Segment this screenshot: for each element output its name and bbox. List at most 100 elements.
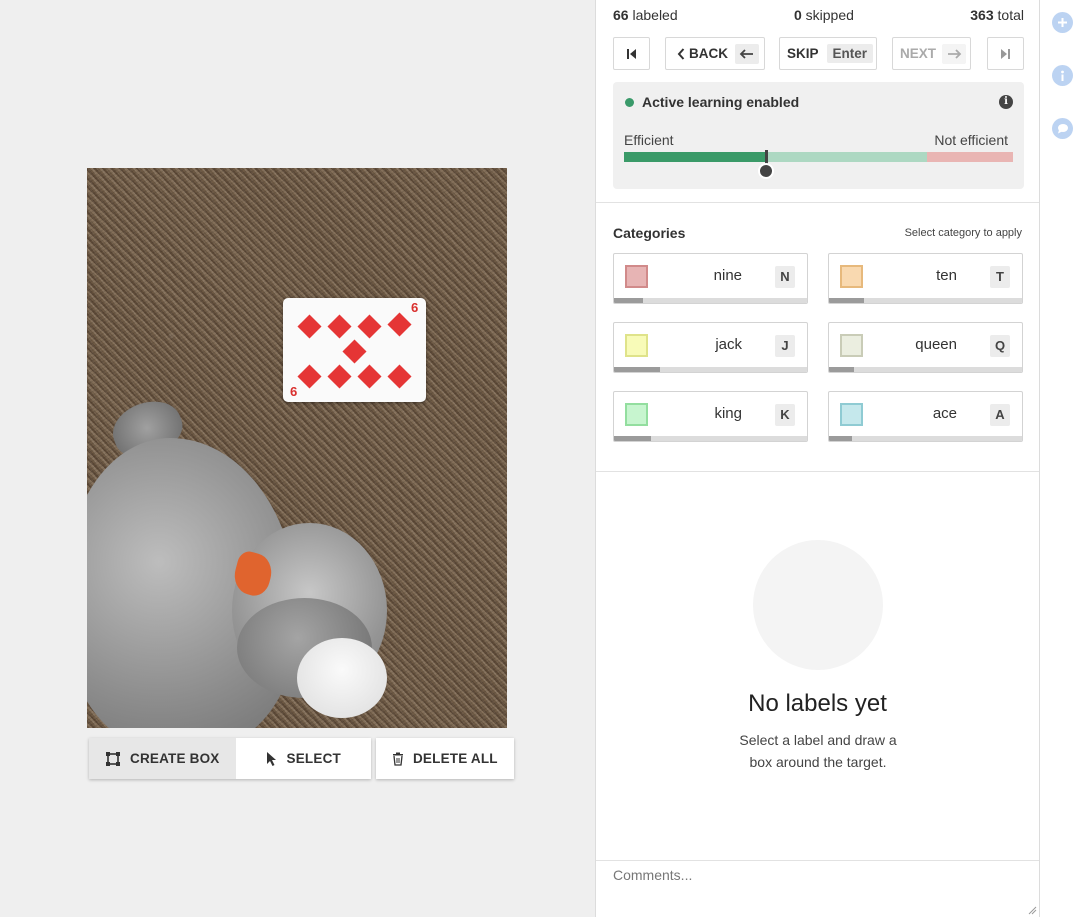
category-progress-track (829, 367, 1022, 372)
image-canvas-area[interactable]: 9 9 CREATE BOX SELECT DELETE ALL (0, 0, 595, 917)
categories-hint: Select category to apply (904, 227, 1022, 239)
arrow-left-key-icon (735, 43, 759, 64)
category-color-swatch (625, 403, 648, 426)
skip-to-first-icon (627, 48, 636, 59)
diamond-pip (297, 364, 322, 389)
category-hotkey: A (990, 404, 1010, 426)
category-color-swatch (840, 403, 863, 426)
category-progress-fill (614, 436, 651, 441)
divider (596, 471, 1039, 472)
category-name: ten (936, 267, 957, 284)
diamond-pip (327, 314, 352, 339)
category-progress-fill (829, 436, 853, 441)
delete-all-button[interactable]: DELETE ALL (375, 738, 514, 779)
category-progress-track (614, 298, 807, 303)
category-name: ace (932, 405, 957, 422)
plush-toy-snout (297, 638, 387, 718)
skip-to-last-icon (1001, 48, 1010, 59)
category-hotkey: J (775, 335, 795, 357)
category-3[interactable]: queen Q (828, 322, 1023, 373)
efficiency-bar (624, 152, 1013, 162)
plus-icon (1058, 18, 1067, 27)
category-1[interactable]: ten T (828, 253, 1023, 304)
trash-icon (392, 752, 403, 766)
delete-all-label: DELETE ALL (412, 751, 498, 766)
efficient-label: Efficient (624, 132, 674, 148)
back-button[interactable]: BACK (665, 37, 765, 70)
back-label: BACK (689, 46, 728, 61)
category-progress-fill (829, 298, 864, 303)
card-rank-bottom: 9 (290, 384, 298, 399)
category-name: queen (915, 336, 957, 353)
category-color-swatch (625, 334, 648, 357)
image-to-label[interactable]: 9 9 (87, 168, 507, 728)
next-label: NEXT (900, 46, 937, 61)
chat-bubble-icon[interactable] (1052, 118, 1073, 139)
comments-box (596, 860, 1039, 917)
create-box-label: CREATE BOX (130, 751, 220, 766)
not-efficient-label: Not efficient (934, 132, 1008, 148)
labeling-panel: 66 labeled 0 skipped 363 total BACK SKIP… (595, 0, 1040, 917)
total-count: 363 total (970, 7, 1024, 23)
skip-button[interactable]: SKIP Enter (779, 37, 877, 70)
category-progress-track (614, 367, 807, 372)
info-icon[interactable]: i (999, 95, 1013, 109)
empty-state-title: No labels yet (748, 690, 887, 717)
navigation-row: BACK SKIP Enter NEXT (613, 37, 1024, 70)
bounding-box-icon (106, 751, 120, 766)
cursor-arrow-icon (266, 751, 276, 766)
empty-state-illustration (753, 540, 883, 670)
category-hotkey: N (775, 266, 795, 288)
active-learning-title: Active learning enabled (642, 94, 800, 110)
status-dot (625, 98, 634, 107)
category-name: jack (715, 336, 742, 353)
arrow-right-key-icon (942, 43, 967, 64)
diamond-pip (297, 314, 322, 339)
efficiency-knob (758, 163, 774, 179)
category-hotkey: Q (990, 335, 1010, 357)
category-2[interactable]: jack J (613, 322, 808, 373)
skip-label: SKIP (787, 46, 819, 61)
category-progress-track (829, 298, 1022, 303)
info-circle-icon[interactable] (1052, 65, 1073, 86)
select-button[interactable]: SELECT (235, 738, 371, 779)
diamond-pip (357, 314, 382, 339)
chevron-left-icon (677, 47, 685, 60)
last-item-button[interactable] (987, 37, 1024, 70)
category-hotkey: K (775, 404, 795, 426)
category-hotkey: T (990, 266, 1010, 288)
progress-counts: 66 labeled 0 skipped 363 total (613, 7, 1024, 23)
resize-grip-icon[interactable] (1027, 905, 1037, 915)
first-item-button[interactable] (613, 37, 650, 70)
category-color-swatch (840, 334, 863, 357)
comments-input[interactable] (596, 861, 1039, 917)
efficiency-marker (765, 150, 768, 164)
efficient-segment (624, 152, 767, 162)
diamond-pip (387, 312, 412, 337)
annotation-toolbar: CREATE BOX SELECT DELETE ALL (89, 738, 514, 779)
next-button[interactable]: NEXT (892, 37, 971, 70)
category-4[interactable]: king K (613, 391, 808, 442)
plus-circle-icon[interactable] (1052, 12, 1073, 33)
category-progress-fill (614, 298, 643, 303)
category-5[interactable]: ace A (828, 391, 1023, 442)
playing-card-nine-of-diamonds: 9 9 (283, 298, 426, 402)
mid-segment (767, 152, 927, 162)
divider (596, 202, 1039, 203)
categories-title: Categories (613, 225, 686, 241)
diamond-pip (327, 364, 352, 389)
labeled-count: 66 labeled (613, 7, 678, 23)
diamond-pip (357, 364, 382, 389)
category-progress-fill (829, 367, 855, 372)
category-name: king (714, 405, 742, 422)
active-learning-panel: Active learning enabled i Efficient Not … (613, 82, 1024, 189)
tool-mode-group: CREATE BOX SELECT (89, 738, 371, 779)
category-0[interactable]: nine N (613, 253, 808, 304)
info-glyph-icon (1061, 70, 1064, 81)
diamond-pip (387, 364, 412, 389)
category-color-swatch (840, 265, 863, 288)
category-progress-track (614, 436, 807, 441)
card-rank-top: 9 (411, 300, 419, 315)
create-box-button[interactable]: CREATE BOX (89, 738, 236, 779)
not-efficient-segment (927, 152, 1013, 162)
